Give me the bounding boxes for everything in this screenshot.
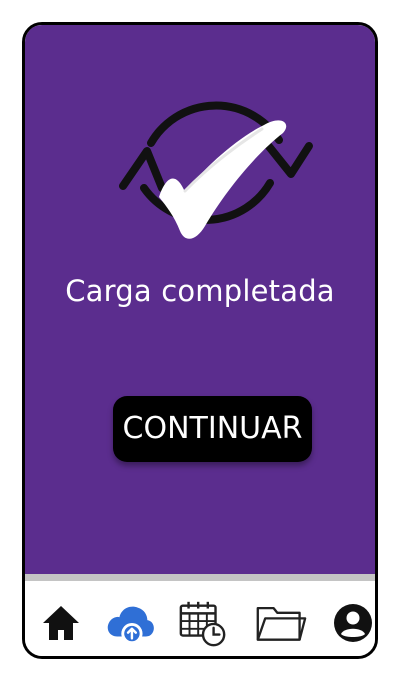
bottom-navigation bbox=[25, 581, 375, 656]
home-icon bbox=[43, 606, 79, 640]
continue-button[interactable]: CONTINUAR bbox=[113, 396, 312, 462]
user-icon bbox=[334, 604, 372, 642]
nav-files[interactable] bbox=[255, 599, 307, 647]
success-check-refresh-icon bbox=[119, 101, 313, 239]
nav-upload[interactable] bbox=[104, 599, 156, 647]
nav-divider bbox=[25, 574, 375, 581]
cloud-upload-icon bbox=[107, 606, 154, 645]
upload-complete-message: Carga completada bbox=[65, 274, 335, 308]
folder-icon bbox=[256, 606, 307, 641]
nav-profile[interactable] bbox=[327, 599, 375, 647]
nav-home[interactable] bbox=[35, 599, 87, 647]
upload-complete-screen: Carga completada CONTINUAR bbox=[25, 25, 375, 574]
phone-frame: Carga completada CONTINUAR bbox=[22, 22, 378, 659]
nav-schedule[interactable] bbox=[177, 599, 229, 647]
calendar-clock-icon bbox=[179, 601, 226, 647]
